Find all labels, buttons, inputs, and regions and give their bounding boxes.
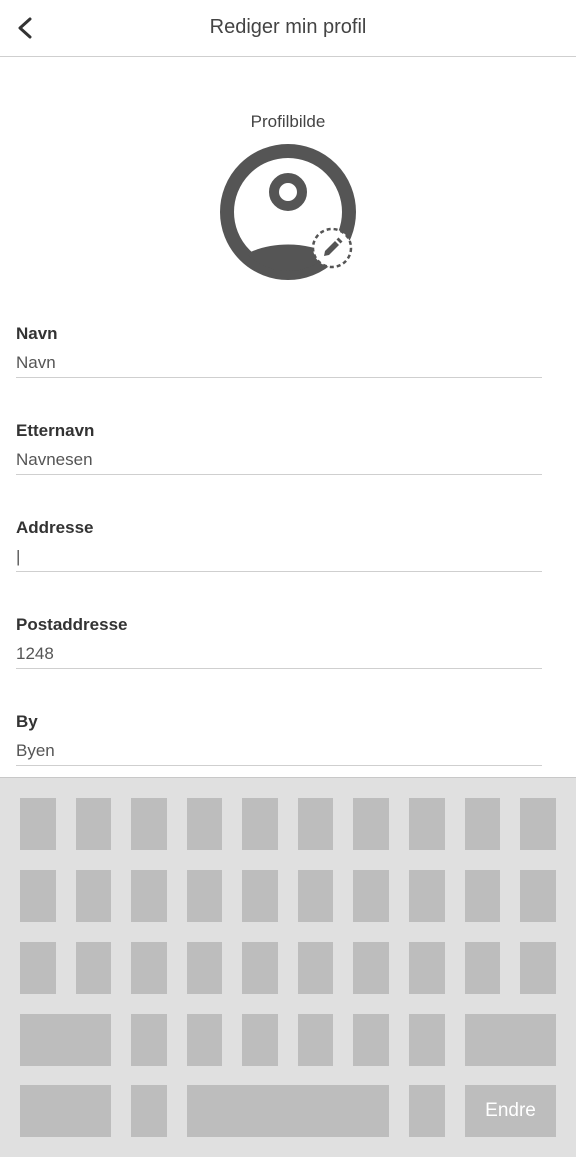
keyboard-key[interactable] <box>409 798 445 850</box>
keyboard-key[interactable] <box>298 1014 333 1066</box>
keyboard-key[interactable] <box>298 798 333 850</box>
page-title: Rediger min profil <box>209 16 367 38</box>
keyboard-key[interactable] <box>187 870 222 922</box>
keyboard-key[interactable] <box>298 870 333 922</box>
keyboard-key[interactable] <box>242 870 278 922</box>
keyboard-key[interactable] <box>242 942 278 994</box>
keyboard-key[interactable] <box>520 942 556 994</box>
keyboard-key[interactable] <box>20 870 56 922</box>
address-input[interactable] <box>16 546 542 572</box>
keyboard-key[interactable] <box>353 1014 389 1066</box>
address-label: Addresse <box>16 518 94 537</box>
keyboard-key[interactable] <box>520 798 556 850</box>
last-name-field: Etternavn <box>16 421 542 475</box>
address-field: Addresse <box>16 518 542 572</box>
pencil-icon <box>311 227 353 269</box>
postal-address-input[interactable] <box>16 643 542 669</box>
symbols-key[interactable] <box>20 1085 111 1137</box>
keyboard-key[interactable] <box>76 798 111 850</box>
city-input[interactable] <box>16 740 542 766</box>
keyboard-key[interactable] <box>76 870 111 922</box>
city-label: By <box>16 712 38 731</box>
keyboard-key[interactable] <box>187 798 222 850</box>
keyboard-key[interactable] <box>131 942 167 994</box>
keyboard-key[interactable] <box>242 1014 278 1066</box>
space-key[interactable] <box>187 1085 389 1137</box>
first-name-input[interactable] <box>16 352 542 378</box>
keyboard-key[interactable] <box>465 870 500 922</box>
keyboard-key[interactable] <box>187 942 222 994</box>
keyboard-key[interactable] <box>409 870 445 922</box>
keyboard-key[interactable] <box>187 1014 222 1066</box>
keyboard-key[interactable] <box>520 870 556 922</box>
keyboard-key[interactable] <box>20 942 56 994</box>
keyboard-key[interactable] <box>242 798 278 850</box>
keyboard-key[interactable] <box>131 870 167 922</box>
keyboard-key[interactable] <box>409 942 445 994</box>
last-name-label: Etternavn <box>16 421 95 440</box>
keyboard-key[interactable] <box>465 798 500 850</box>
postal-address-field: Postaddresse <box>16 615 542 669</box>
keyboard-key[interactable] <box>409 1085 445 1137</box>
avatar-edit-button[interactable] <box>218 142 358 282</box>
keyboard-key[interactable] <box>131 1085 167 1137</box>
keyboard-key[interactable] <box>409 1014 445 1066</box>
avatar-label: Profilbilde <box>250 112 326 131</box>
keyboard-key[interactable] <box>20 798 56 850</box>
keyboard-key[interactable] <box>131 1014 167 1066</box>
backspace-key[interactable] <box>465 1014 556 1066</box>
keyboard-key[interactable] <box>465 942 500 994</box>
last-name-input[interactable] <box>16 449 542 475</box>
shift-key[interactable] <box>20 1014 111 1066</box>
app-header: Rediger min profil <box>0 0 576 57</box>
keyboard-key[interactable] <box>353 942 389 994</box>
keyboard-key[interactable] <box>353 870 389 922</box>
keyboard-key[interactable] <box>76 942 111 994</box>
keyboard-key[interactable] <box>131 798 167 850</box>
first-name-field: Navn <box>16 324 542 378</box>
submit-key[interactable]: Endre <box>465 1085 556 1137</box>
keyboard-key[interactable] <box>353 798 389 850</box>
keyboard-key[interactable] <box>298 942 333 994</box>
postal-address-label: Postaddresse <box>16 615 128 634</box>
submit-key-label: Endre <box>485 1100 536 1121</box>
city-field: By <box>16 712 542 766</box>
first-name-label: Navn <box>16 324 58 343</box>
on-screen-keyboard: Endre <box>0 777 576 1157</box>
